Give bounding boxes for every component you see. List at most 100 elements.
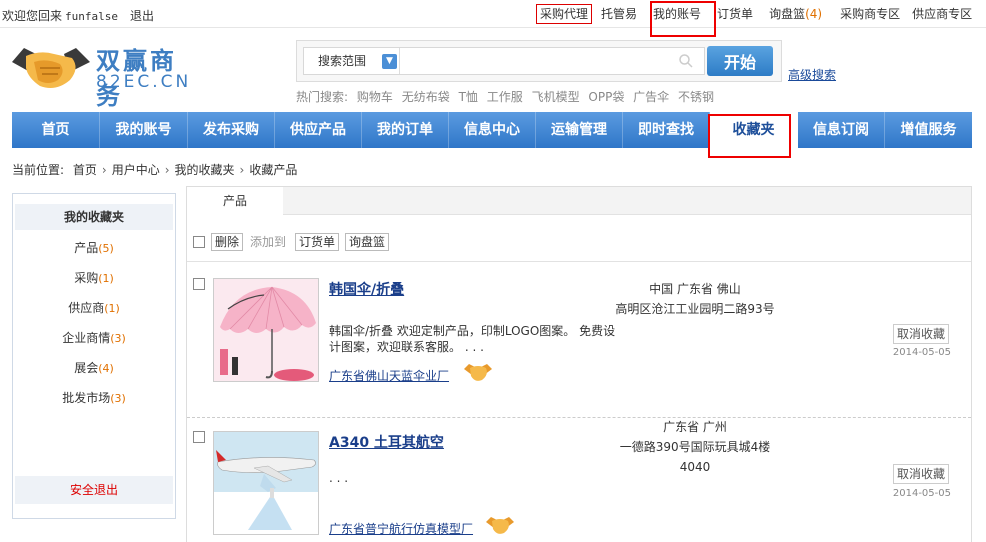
sidebar-item-count: (4) — [98, 362, 114, 375]
product-title[interactable]: A340 土耳其航空 — [329, 432, 444, 452]
username: funfalse — [65, 10, 118, 23]
hot-term[interactable]: T恤 — [459, 90, 478, 104]
product-image-airplane[interactable] — [213, 431, 319, 535]
sidebar-item-wholesale-markets[interactable]: 批发市场(3) — [13, 388, 175, 408]
hot-term[interactable]: 不锈钢 — [678, 90, 714, 104]
inquiry-basket-link[interactable]: 询盘篮(4) — [766, 5, 825, 23]
breadcrumb-user-center[interactable]: 用户中心 — [112, 163, 160, 177]
site-logo[interactable]: 双赢商务 82EC.CN — [10, 40, 200, 110]
order-list-link[interactable]: 订货单 — [714, 5, 756, 23]
sidebar-item-business-info[interactable]: 企业商情(3) — [13, 328, 175, 348]
airplane-model-image — [214, 432, 318, 534]
nav-home[interactable]: 首页 — [12, 112, 100, 148]
tab-products[interactable]: 产品 — [187, 187, 283, 216]
safe-logout-button[interactable]: 安全退出 — [15, 476, 173, 504]
main-nav: 首页 我的账号 发布采购 供应产品 我的订单 信息中心 运输管理 即时查找 收藏… — [12, 112, 972, 148]
favorite-date: 2014-05-05 — [892, 488, 951, 499]
nav-instant-search[interactable]: 即时查找 — [623, 112, 710, 148]
chevron-down-icon[interactable]: ▼ — [382, 54, 397, 69]
page: { "topbar": { "welcome": "欢迎您回来", "usern… — [0, 0, 986, 542]
nav-my-account[interactable]: 我的账号 — [100, 112, 188, 148]
add-to-inquiry-button[interactable]: 询盘篮 — [345, 233, 390, 251]
hot-term[interactable]: 飞机模型 — [532, 90, 580, 104]
search-button[interactable]: 开始 — [707, 46, 773, 76]
nav-value-added[interactable]: 增值服务 — [885, 112, 972, 148]
delete-button[interactable]: 删除 — [211, 233, 244, 251]
nav-subscriptions[interactable]: 信息订阅 — [798, 112, 885, 148]
nav-favorites[interactable]: 收藏夹 — [710, 112, 798, 148]
handshake-icon[interactable] — [485, 514, 515, 536]
top-bar: 欢迎您回来 funfalse 退出 采购代理 托管易 我的账号 订货单 询盘篮(4)… — [0, 0, 986, 28]
hot-term[interactable]: 购物车 — [357, 90, 393, 104]
search-icon — [679, 54, 693, 68]
buyer-zone-link[interactable]: 采购商专区 — [837, 5, 903, 23]
supplier-zone-link[interactable]: 供应商专区 — [909, 5, 975, 23]
unfavorite-button[interactable]: 取消收藏 — [893, 464, 949, 484]
handshake-icon[interactable] — [463, 361, 493, 383]
sidebar-item-label: 供应商 — [68, 301, 105, 315]
nav-transport[interactable]: 运输管理 — [536, 112, 623, 148]
procurement-agent-link[interactable]: 采购代理 — [536, 4, 593, 24]
favorites-content: 产品 删除 添加到 订货单 询盘篮 韩国伞/折叠 韩国伞/折叠 欢迎定制产品，印… — [186, 186, 972, 542]
sidebar-item-count: (3) — [110, 392, 126, 405]
breadcrumb-separator: › — [101, 163, 107, 177]
inquiry-basket-count: (4) — [805, 7, 823, 21]
my-account-link[interactable]: 我的账号 — [650, 5, 704, 23]
hot-search-label: 热门搜索: — [296, 90, 349, 104]
search-input[interactable] — [402, 50, 672, 72]
unfavorite-button[interactable]: 取消收藏 — [893, 324, 949, 344]
breadcrumb-home[interactable]: 首页 — [73, 163, 97, 177]
nav-info-center[interactable]: 信息中心 — [449, 112, 536, 148]
location-address: 一德路390号国际玩具城4楼4040 — [619, 440, 771, 474]
hot-term[interactable]: OPP袋 — [588, 90, 624, 104]
handshake-icon — [12, 48, 90, 88]
welcome-text: 欢迎您回来 — [2, 9, 63, 23]
sidebar-item-label: 采购 — [74, 271, 99, 285]
add-to-label: 添加到 — [247, 234, 290, 250]
location-region: 中国 广东省 佛山 — [649, 282, 741, 296]
sidebar-item-count: (1) — [104, 302, 120, 315]
search-area: 搜索范围 ▼ 开始 — [296, 40, 782, 82]
nav-my-orders[interactable]: 我的订单 — [362, 112, 449, 148]
tab-bar: 产品 — [187, 187, 971, 216]
nav-post-purchase[interactable]: 发布采购 — [188, 112, 275, 148]
umbrella-image — [214, 279, 318, 381]
sidebar-item-label: 批发市场 — [62, 391, 111, 405]
item-checkbox[interactable] — [193, 278, 205, 290]
add-to-order-button[interactable]: 订货单 — [295, 233, 340, 251]
company-link[interactable]: 广东省佛山天蓝伞业厂 — [329, 367, 449, 384]
breadcrumb-prefix: 当前位置: — [12, 163, 65, 177]
inquiry-basket-label: 询盘篮 — [769, 7, 806, 21]
list-item: 韩国伞/折叠 韩国伞/折叠 欢迎定制产品，印制LOGO图案。 免费设计图案，欢迎… — [187, 261, 971, 411]
product-location: 广东省 广州 一德路390号国际玩具城4楼4040 — [607, 417, 783, 477]
hot-term[interactable]: 工作服 — [487, 90, 523, 104]
welcome-area: 欢迎您回来 funfalse 退出 — [2, 7, 154, 24]
product-title[interactable]: 韩国伞/折叠 — [329, 279, 404, 299]
search-box: 搜索范围 ▼ — [303, 47, 705, 75]
advanced-search-link[interactable]: 高级搜索 — [788, 66, 836, 83]
list-item: A340 土耳其航空 . . . 广东省普宁航行仿真模型厂 广东省 广州 一德路… — [187, 414, 971, 542]
nav-supply-products[interactable]: 供应产品 — [275, 112, 362, 148]
favorite-date: 2014-05-05 — [892, 347, 951, 358]
favorites-sidebar: 我的收藏夹 产品(5) 采购(1) 供应商(1) 企业商情(3) 展会(4) 批… — [12, 193, 176, 519]
search-scope-select[interactable]: 搜索范围 ▼ — [304, 48, 400, 74]
product-image-umbrella[interactable] — [213, 278, 319, 382]
sidebar-item-purchases[interactable]: 采购(1) — [13, 268, 175, 288]
breadcrumb-current: 收藏产品 — [249, 163, 298, 177]
escrow-link[interactable]: 托管易 — [598, 5, 640, 23]
select-all-checkbox[interactable] — [193, 236, 205, 248]
sidebar-title: 我的收藏夹 — [15, 204, 173, 230]
product-location: 中国 广东省 佛山 高明区沧江工业园明二路93号 — [607, 279, 783, 319]
search-scope-label: 搜索范围 — [318, 54, 367, 68]
breadcrumb-my-favorites[interactable]: 我的收藏夹 — [175, 163, 235, 177]
company-link[interactable]: 广东省普宁航行仿真模型厂 — [329, 520, 473, 537]
hot-term[interactable]: 广告伞 — [633, 90, 669, 104]
sidebar-item-label: 产品 — [74, 241, 99, 255]
logout-link[interactable]: 退出 — [130, 9, 154, 23]
item-checkbox[interactable] — [193, 431, 205, 443]
top-links: 采购代理 托管易 我的账号 订货单 询盘篮(4) 采购商专区 供应商专区 — [536, 4, 981, 24]
sidebar-item-suppliers[interactable]: 供应商(1) — [13, 298, 175, 318]
sidebar-item-exhibitions[interactable]: 展会(4) — [13, 358, 175, 378]
sidebar-item-products[interactable]: 产品(5) — [13, 238, 175, 258]
hot-term[interactable]: 无纺布袋 — [402, 90, 450, 104]
